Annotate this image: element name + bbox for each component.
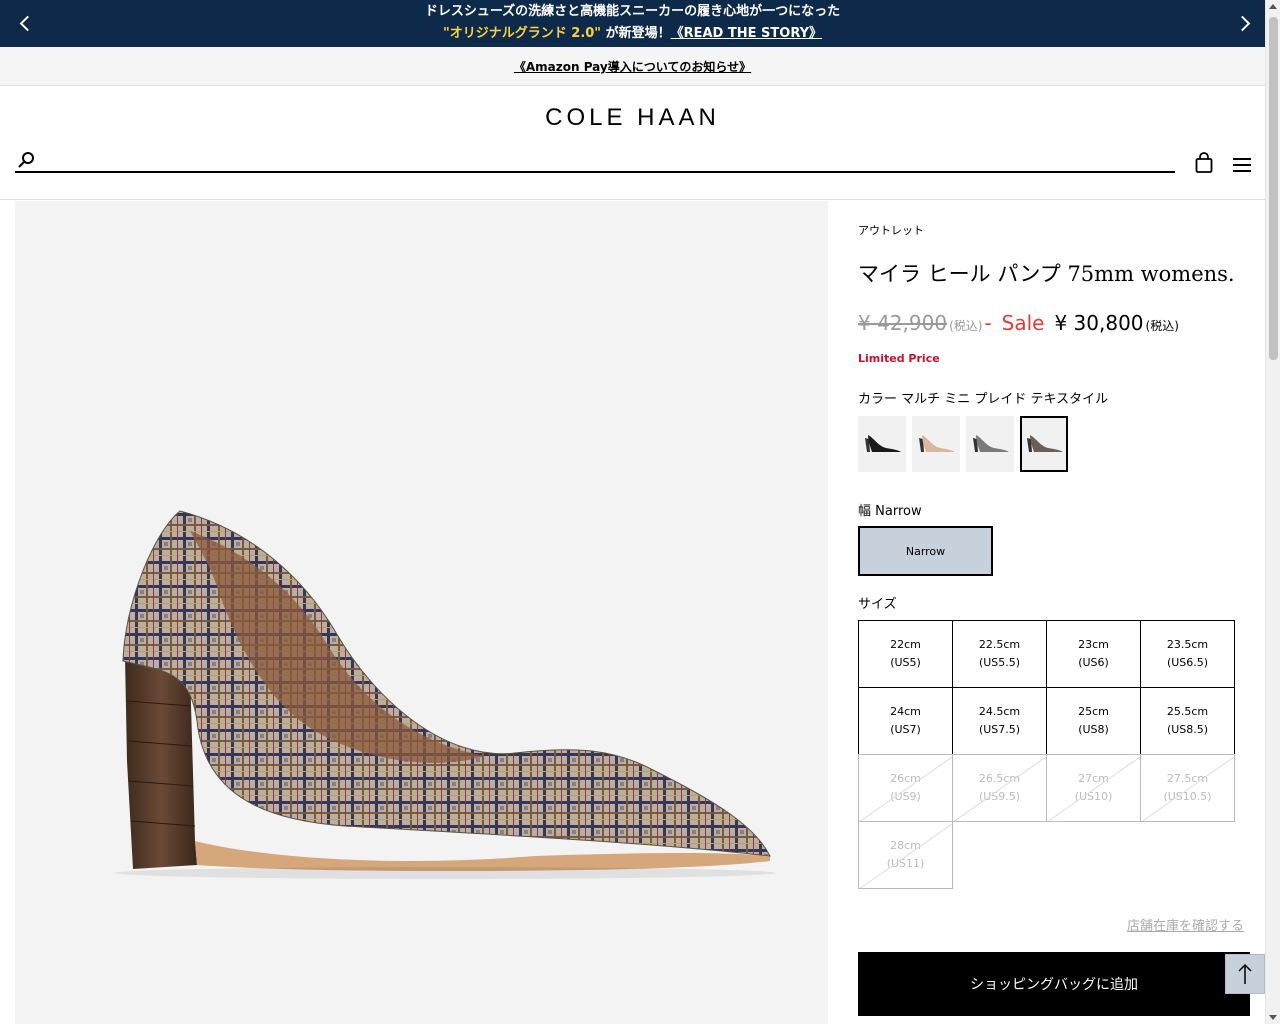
size-cm: 28cm bbox=[890, 839, 921, 852]
size-option[interactable]: 24.5cm (US7.5) bbox=[952, 687, 1047, 755]
size-option[interactable]: 25.5cm (US8.5) bbox=[1140, 687, 1235, 755]
size-us: (US10.5) bbox=[1163, 790, 1212, 803]
color-label: カラー マルチ ミニ プレイド テキスタイル bbox=[858, 392, 1109, 407]
price-dash: - bbox=[984, 311, 992, 335]
back-to-top-button[interactable] bbox=[1225, 954, 1265, 994]
shoe-thumbnail bbox=[865, 435, 901, 452]
size-cm: 26cm bbox=[890, 772, 921, 785]
search-input[interactable] bbox=[41, 148, 1161, 170]
sale-price-tax: (税込) bbox=[1145, 319, 1179, 333]
promo-text: が新登場！ bbox=[601, 26, 671, 41]
size-cm: 26.5cm bbox=[978, 772, 1021, 785]
size-us: (US5) bbox=[890, 656, 921, 669]
size-us: (US10) bbox=[1074, 790, 1113, 803]
product-category: アウトレット bbox=[858, 224, 924, 237]
size-cm: 25cm bbox=[1078, 705, 1109, 718]
product-image-gallery[interactable] bbox=[15, 201, 828, 1024]
size-option[interactable]: 22cm (US5) bbox=[858, 620, 953, 688]
add-to-bag-button[interactable]: ショッピングバッグに追加 bbox=[858, 952, 1250, 1016]
width-option-narrow[interactable]: Narrow bbox=[858, 526, 993, 576]
chevron-right-icon bbox=[1234, 15, 1251, 32]
size-option[interactable]: 27.5cm (US10.5) bbox=[1140, 754, 1235, 822]
size-grid: 22cm (US5) 22.5cm (US5.5) 23cm (US6) 23.5cm (US… bbox=[858, 620, 1235, 889]
promo-line-1: ドレスシューズの洗練さと高機能スニーカーの履き心地が一つになった bbox=[424, 4, 841, 19]
page-scrollbar[interactable] bbox=[1265, 0, 1280, 1024]
size-us: (US9.5) bbox=[978, 790, 1021, 803]
amazon-pay-notice-link[interactable]: 《Amazon Pay導入についてのお知らせ》 bbox=[514, 58, 751, 75]
size-cm: 24.5cm bbox=[978, 705, 1021, 718]
size-us: (US6) bbox=[1078, 656, 1109, 669]
arrow-up-icon bbox=[1238, 963, 1252, 984]
size-option[interactable]: 23cm (US6) bbox=[1046, 620, 1141, 688]
search-bar bbox=[15, 148, 1175, 173]
scroll-down-arrow-icon[interactable] bbox=[1269, 1015, 1277, 1020]
size-option[interactable]: 24cm (US7) bbox=[858, 687, 953, 755]
size-us: (US8.5) bbox=[1166, 723, 1209, 736]
limited-price-badge: Limited Price bbox=[858, 352, 940, 365]
color-swatch-multi-plaid[interactable] bbox=[1020, 416, 1068, 472]
size-us: (US7.5) bbox=[978, 723, 1021, 736]
size-option[interactable]: 22.5cm (US5.5) bbox=[952, 620, 1047, 688]
color-swatch-black[interactable] bbox=[858, 416, 906, 472]
promo-banner: ドレスシューズの洗練さと高機能スニーカーの履き心地が一つになった "オリジナルグ… bbox=[0, 0, 1265, 47]
size-cm: 27.5cm bbox=[1166, 772, 1209, 785]
price-block: ¥ 42,900 (税込) - Sale ¥ 30,800 (税込) bbox=[858, 311, 1179, 335]
size-us: (US5.5) bbox=[978, 656, 1021, 669]
size-cm: 24cm bbox=[890, 705, 921, 718]
check-store-stock-link[interactable]: 店舗在庫を確認する bbox=[1127, 915, 1244, 934]
size-option[interactable]: 26.5cm (US9.5) bbox=[952, 754, 1047, 822]
hamburger-menu-icon[interactable] bbox=[1233, 158, 1251, 174]
notice-bar: 《Amazon Pay導入についてのお知らせ》 bbox=[0, 47, 1265, 86]
size-option[interactable]: 25cm (US8) bbox=[1046, 687, 1141, 755]
shoe-thumbnail bbox=[1027, 435, 1063, 452]
size-label: サイズ bbox=[858, 597, 897, 612]
size-option[interactable]: 26cm (US9) bbox=[858, 754, 953, 822]
size-us: (US7) bbox=[890, 723, 921, 736]
original-price-tax: (税込) bbox=[949, 319, 983, 333]
shoe-thumbnail bbox=[919, 435, 955, 452]
size-option[interactable]: 28cm (US11) bbox=[858, 821, 953, 889]
read-story-link[interactable]: 《READ THE STORY》 bbox=[671, 26, 822, 41]
size-cm: 27cm bbox=[1078, 772, 1109, 785]
size-option[interactable]: 23.5cm (US6.5) bbox=[1140, 620, 1235, 688]
color-swatch-nude[interactable] bbox=[912, 416, 960, 472]
search-icon[interactable] bbox=[17, 151, 35, 169]
size-cm: 23.5cm bbox=[1166, 638, 1209, 651]
original-price: ¥ 42,900 bbox=[858, 311, 948, 335]
color-swatch-grey-plaid[interactable] bbox=[966, 416, 1014, 472]
product-title: マイラ ヒール パンプ 75mm womens. bbox=[858, 262, 1235, 286]
scroll-up-arrow-icon[interactable] bbox=[1269, 4, 1277, 9]
promo-next-button[interactable] bbox=[1234, 12, 1255, 36]
size-cm: 23cm bbox=[1078, 638, 1109, 651]
scrollbar-thumb[interactable] bbox=[1269, 17, 1278, 360]
size-us: (US11) bbox=[886, 857, 925, 870]
shoe-thumbnail bbox=[973, 435, 1009, 452]
brand-logo[interactable]: COLE HAAN bbox=[0, 104, 1265, 132]
size-cm: 22.5cm bbox=[978, 638, 1021, 651]
color-swatches bbox=[858, 416, 1074, 472]
product-image bbox=[115, 510, 775, 879]
shopping-bag-icon[interactable] bbox=[1195, 152, 1213, 174]
site-header: COLE HAAN bbox=[0, 86, 1265, 200]
size-us: (US6.5) bbox=[1166, 656, 1209, 669]
size-cm: 22cm bbox=[890, 638, 921, 651]
promo-line-2: "オリジナルグランド 2.0" が新登場！《READ THE STORY》 bbox=[0, 25, 1265, 42]
size-us: (US9) bbox=[890, 790, 921, 803]
width-label: 幅 Narrow bbox=[858, 504, 922, 519]
promo-highlight: "オリジナルグランド 2.0" bbox=[442, 26, 602, 41]
sale-price: ¥ 30,800 bbox=[1054, 311, 1144, 335]
size-us: (US8) bbox=[1078, 723, 1109, 736]
size-cm: 25.5cm bbox=[1166, 705, 1209, 718]
sale-label: Sale bbox=[1001, 311, 1045, 335]
size-option[interactable]: 27cm (US10) bbox=[1046, 754, 1141, 822]
